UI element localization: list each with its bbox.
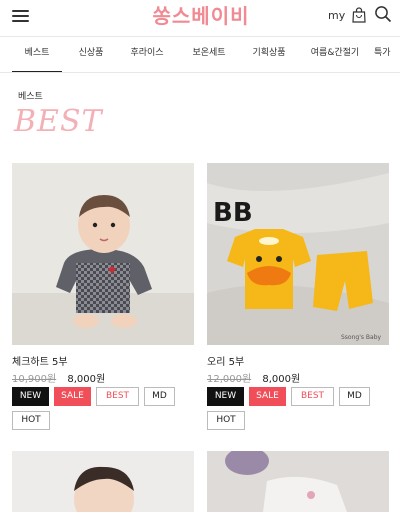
sale-badge: SALE [249, 387, 286, 406]
best-title: BEST [14, 104, 103, 139]
original-price: 12,000원 [207, 374, 252, 385]
price-row: 10,900원 8,000원 [12, 370, 105, 385]
menu-line [12, 15, 29, 17]
sale-badge: SALE [54, 387, 91, 406]
product-name[interactable]: 오리 5부 [207, 353, 244, 368]
new-badge: NEW [207, 387, 244, 406]
watermark: Ssong's Baby [341, 334, 382, 341]
original-price: 10,900원 [12, 374, 57, 385]
md-badge: MD [144, 387, 175, 406]
tab-special-plan[interactable]: 기획상품 [244, 37, 294, 72]
product-name[interactable]: 체크하트 5부 [12, 353, 68, 368]
product-image[interactable] [12, 163, 194, 345]
menu-line [12, 10, 29, 12]
product-card: 체크하트 5부 10,900원 8,000원 NEW SALE BEST MD … [12, 163, 194, 433]
tab-warm-set[interactable]: 보온세트 [184, 37, 234, 72]
header: 쏭스베이비 my [0, 0, 400, 34]
product-card: BB Ssong's Baby 오리 5부 12,000원 8,000원 NEW… [207, 163, 389, 433]
search-icon[interactable] [374, 5, 392, 23]
hot-badge: HOT [207, 411, 245, 430]
tab-fraise[interactable]: 후라이스 [122, 37, 172, 72]
my-page-link[interactable]: my [328, 9, 345, 22]
bag-icon[interactable] [352, 7, 366, 23]
brand-logo[interactable]: 쏭스베이비 [152, 2, 250, 30]
product-image[interactable] [207, 451, 389, 512]
section-label: 베스트 [18, 92, 43, 102]
tab-new[interactable]: 신상품 [68, 37, 114, 72]
category-tabs: 베스트 신상품 후라이스 보온세트 기획상품 여름&간절기 특가 [0, 36, 400, 73]
product-image[interactable] [12, 451, 194, 512]
product-card [207, 451, 389, 512]
best-badge: BEST [96, 387, 139, 406]
hot-badge: HOT [12, 411, 50, 430]
menu-line [12, 20, 29, 22]
tab-summer[interactable]: 여름&간절기 [306, 37, 364, 72]
md-badge: MD [339, 387, 370, 406]
product-card [12, 451, 194, 512]
price-row: 12,000원 8,000원 [207, 370, 300, 385]
bb-emblem: BB [213, 198, 253, 228]
new-badge: NEW [12, 387, 49, 406]
sale-price: 8,000원 [67, 374, 106, 385]
product-image[interactable]: BB Ssong's Baby [207, 163, 389, 345]
sale-price: 8,000원 [262, 374, 301, 385]
menu-icon[interactable] [12, 9, 30, 25]
tab-best[interactable]: 베스트 [12, 37, 62, 72]
best-badge: BEST [291, 387, 334, 406]
tab-special-price[interactable]: 특가 [374, 37, 400, 72]
